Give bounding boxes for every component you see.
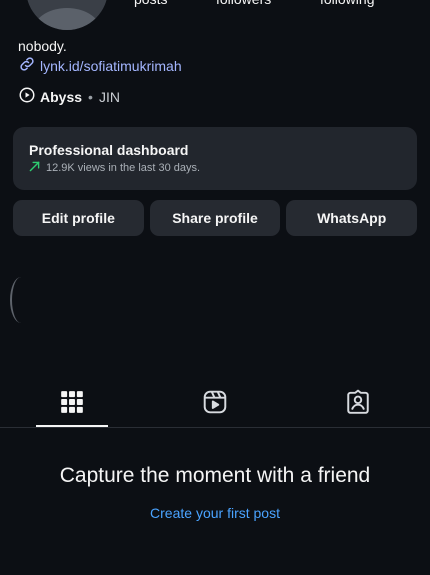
whatsapp-button[interactable]: WhatsApp (286, 200, 418, 236)
music-song: Abyss (40, 88, 83, 105)
profile-tabs (0, 380, 430, 428)
profile-actions: Edit profile Share profile WhatsApp (13, 200, 418, 236)
professional-dashboard[interactable]: Professional dashboard 12.9K views in th… (13, 127, 417, 190)
tab-reels[interactable] (179, 380, 251, 428)
reels-icon (202, 389, 228, 420)
tab-tagged[interactable] (322, 380, 394, 428)
bio-link-text: lynk.id/sofiatimukrimah (40, 57, 182, 74)
play-icon (18, 86, 36, 107)
grid-icon (59, 389, 85, 420)
music-row[interactable]: Abyss • JIN (18, 86, 120, 107)
dashboard-subtitle-row: 12.9K views in the last 30 days. (29, 161, 401, 175)
create-first-post-link[interactable]: Create your first post (0, 505, 430, 521)
tabs-divider (0, 427, 430, 428)
music-separator: • (88, 88, 93, 105)
edit-profile-button[interactable]: Edit profile (13, 200, 144, 236)
tagged-icon (345, 389, 371, 420)
music-artist: JIN (98, 88, 120, 105)
bio-name: nobody. (18, 38, 67, 54)
stat-following-label[interactable]: following (320, 0, 374, 7)
story-highlight-arc[interactable] (10, 277, 32, 323)
dashboard-subtitle: 12.9K views in the last 30 days. (46, 162, 201, 174)
dashboard-title: Professional dashboard (29, 142, 189, 158)
trend-up-icon (29, 161, 40, 175)
link-icon (18, 55, 36, 76)
stat-followers-label[interactable]: followers (216, 0, 271, 7)
avatar[interactable] (26, 0, 108, 30)
bio-link[interactable]: lynk.id/sofiatimukrimah (18, 55, 182, 76)
share-profile-button[interactable]: Share profile (149, 200, 281, 236)
empty-state-title: Capture the moment with a friend (59, 464, 371, 487)
stat-posts-label[interactable]: posts (134, 0, 167, 7)
profile-page: posts followers following nobody. lynk.i… (0, 0, 430, 575)
tab-posts[interactable] (36, 380, 108, 428)
